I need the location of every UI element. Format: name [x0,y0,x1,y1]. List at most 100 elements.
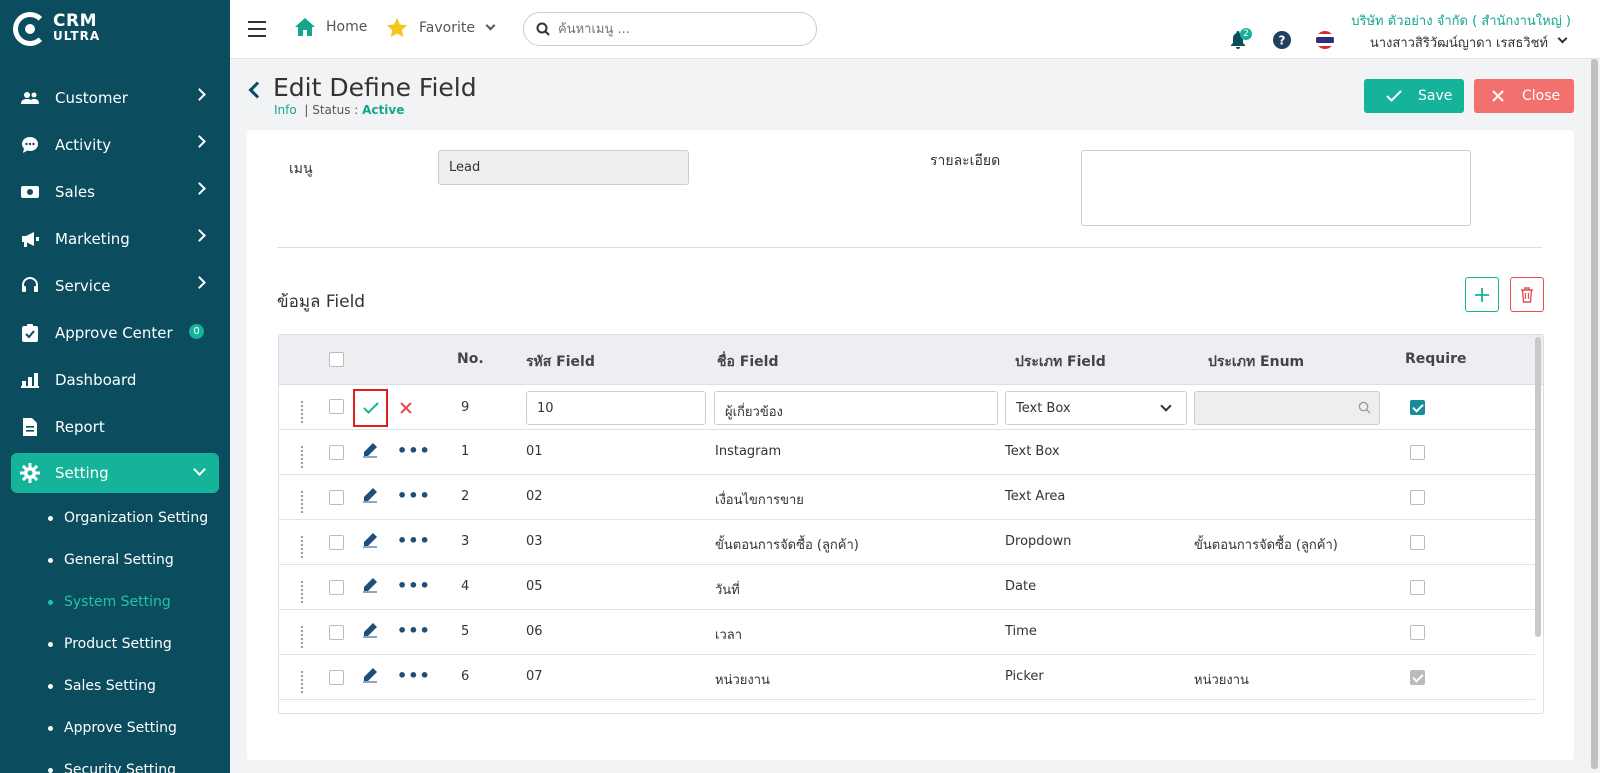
subnav-security-setting[interactable]: Security Setting [48,749,230,773]
menu-search[interactable] [523,12,817,46]
confirm-edit-button[interactable] [353,389,388,427]
search-input[interactable] [558,21,798,37]
add-field-button[interactable] [1465,277,1499,312]
more-options-icon[interactable]: ••• [397,488,431,504]
close-button[interactable]: Close [1474,79,1574,113]
delete-field-button[interactable] [1510,277,1544,312]
cell-enum: หน่วยงาน [1194,673,1249,688]
chevron-down-icon [1160,400,1172,412]
subnav-product-setting[interactable]: Product Setting [48,623,230,665]
subnav-system-setting[interactable]: System Setting [48,581,230,623]
help-icon[interactable]: ? [1273,31,1291,49]
more-options-icon[interactable]: ••• [397,443,431,459]
sidebar-item-label: Customer [55,88,128,107]
field-code-input[interactable]: 10 [526,391,706,425]
more-options-icon[interactable]: ••• [397,668,431,684]
chevron-right-icon [193,135,206,148]
require-checkbox[interactable] [1410,580,1425,595]
back-chevron-icon[interactable] [248,81,266,99]
sidebar-item-activity[interactable]: Activity [0,121,230,168]
cancel-edit-icon[interactable] [400,402,412,414]
sidebar-item-service[interactable]: Service [0,262,230,309]
sidebar-item-label: Dashboard [55,370,137,389]
row-checkbox[interactable] [329,490,344,505]
thai-flag-icon[interactable] [1316,31,1334,49]
chevron-down-icon[interactable] [1557,33,1568,44]
favorite-dropdown[interactable]: Favorite [387,18,496,37]
row-checkbox[interactable] [329,445,344,460]
field-type-select[interactable]: Text Box [1005,391,1187,425]
require-checkbox[interactable] [1410,535,1425,550]
sidebar-item-marketing[interactable]: Marketing [0,215,230,262]
search-icon [536,22,550,36]
company-name[interactable]: บริษัท ตัวอย่าง จำกัด ( สำนักงานใหญ่ ) [1351,10,1571,31]
more-options-icon[interactable]: ••• [397,578,431,594]
detail-label: รายละเอียด [930,153,1001,169]
user-name[interactable]: นางสาวสิริวัฒน์ญาดา เรสธวิชท์ [1370,32,1548,53]
row-checkbox[interactable] [329,580,344,595]
edit-pencil-icon[interactable] [362,532,378,548]
row-checkbox[interactable] [329,535,344,550]
more-options-icon[interactable]: ••• [397,623,431,639]
sidebar-item-label: Marketing [55,229,130,248]
sidebar-item-customer[interactable]: Customer [0,74,230,121]
drag-handle-icon[interactable] [301,535,307,558]
cell-type: Time [1005,624,1037,639]
field-name-input[interactable]: ผู้เกี่ยวข้อง [714,391,998,425]
drag-handle-icon[interactable] [301,625,307,648]
drag-handle-icon[interactable] [301,445,307,468]
edit-pencil-icon[interactable] [362,577,378,593]
cell-name: เวลา [715,628,743,643]
subnav-approve-setting[interactable]: Approve Setting [48,707,230,749]
require-checkbox[interactable] [1410,400,1425,415]
cell-name: หน่วยงาน [715,673,770,688]
fields-table: No. รหัส Field ชื่อ Field ประเภท Field ป… [278,334,1544,714]
subnav-general-setting[interactable]: General Setting [48,539,230,581]
page-scrollbar[interactable] [1591,59,1598,769]
chevron-right-icon [193,229,206,242]
drag-handle-icon[interactable] [301,490,307,513]
menu-label: เมนู [289,161,313,177]
edit-pencil-icon[interactable] [362,442,378,458]
select-all-checkbox[interactable] [329,352,344,367]
table-scrollbar[interactable] [1535,337,1541,637]
cell-type: Text Area [1005,489,1066,504]
edit-pencil-icon[interactable] [362,487,378,503]
sidebar-item-setting[interactable]: Setting [11,453,219,493]
sidebar-item-approve-center[interactable]: Approve Center 0 [0,309,230,356]
cell-code: 05 [526,579,543,594]
edit-pencil-icon[interactable] [362,622,378,638]
require-checkbox[interactable] [1410,445,1425,460]
row-checkbox[interactable] [329,670,344,685]
sidebar-item-label: Sales [55,182,95,201]
logo-icon [13,12,47,46]
require-checkbox[interactable] [1410,625,1425,640]
home-link[interactable]: Home [295,18,367,36]
logo-line2: ULTRA [53,29,101,43]
hamburger-menu-icon[interactable] [248,21,266,37]
require-checkbox[interactable] [1410,490,1425,505]
home-icon [295,18,315,36]
drag-handle-icon[interactable] [301,670,307,693]
headset-icon [20,276,40,296]
cell-name: ขั้นตอนการจัดซื้อ (ลูกค้า) [715,538,859,553]
sidebar-item-label: Report [55,417,105,436]
crm-ultra-logo[interactable]: CRM ULTRA [13,12,100,46]
sidebar-item-label: Approve Center [55,323,173,342]
sidebar-item-dashboard[interactable]: Dashboard [0,356,230,403]
edit-pencil-icon[interactable] [362,667,378,683]
detail-textarea[interactable] [1081,150,1471,226]
sidebar-item-sales[interactable]: Sales [0,168,230,215]
row-checkbox[interactable] [329,625,344,640]
save-button[interactable]: Save [1364,79,1464,113]
cell-enum: ขั้นตอนการจัดซื้อ (ลูกค้า) [1194,538,1338,553]
drag-handle-icon[interactable] [301,400,307,423]
drag-handle-icon[interactable] [301,580,307,603]
subnav-sales-setting[interactable]: Sales Setting [48,665,230,707]
subnav-organization-setting[interactable]: Organization Setting [48,497,230,539]
row-checkbox[interactable] [329,399,344,414]
sidebar-item-report[interactable]: Report [0,403,230,450]
gear-icon [20,463,40,483]
info-tab[interactable]: Info [274,103,297,117]
more-options-icon[interactable]: ••• [397,533,431,549]
